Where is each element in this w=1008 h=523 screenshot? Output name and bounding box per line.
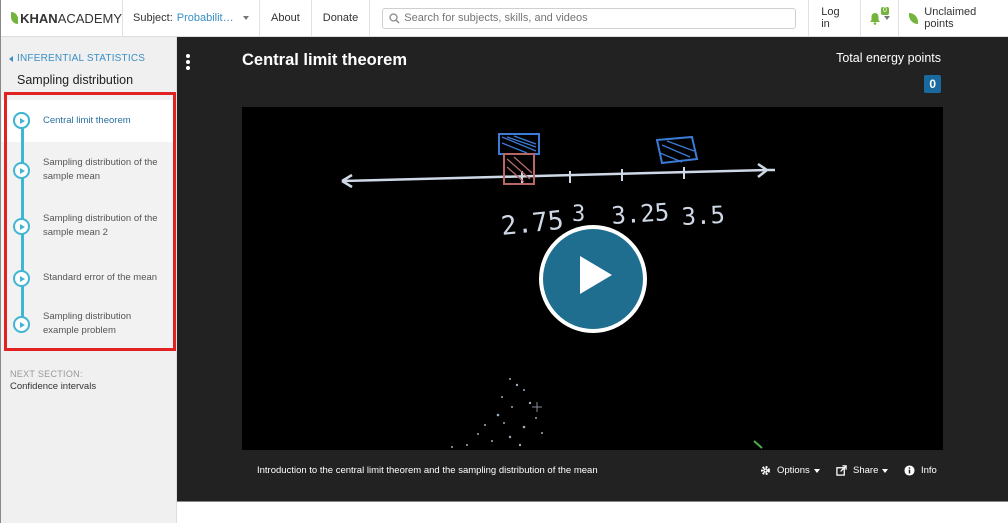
login-link[interactable]: Log in <box>809 0 861 37</box>
chevron-down-icon <box>882 468 889 473</box>
video-play-icon <box>13 112 30 129</box>
subject-value: Probability an... <box>176 12 237 24</box>
search-container <box>370 0 810 37</box>
share-button[interactable]: Share <box>836 465 889 476</box>
chevron-left-icon <box>9 55 13 62</box>
notifications-button[interactable]: 0 <box>861 0 899 37</box>
subject-label: Subject: <box>133 12 173 24</box>
options-button[interactable]: Options <box>760 465 820 476</box>
video-play-icon <box>13 162 30 179</box>
about-link[interactable]: About <box>260 0 312 37</box>
unclaimed-points-button[interactable]: Unclaimed points <box>899 0 1008 37</box>
chevron-down-icon <box>243 16 249 20</box>
donate-link[interactable]: Donate <box>312 0 371 37</box>
video-description: Introduction to the central limit theore… <box>257 465 598 476</box>
search-icon <box>389 12 400 23</box>
chevron-down-icon <box>813 468 820 473</box>
chevron-down-icon <box>883 16 890 20</box>
app-frame: KHANACADEMY Subject: Probability an... A… <box>0 0 1008 523</box>
more-menu-icon[interactable] <box>186 54 190 72</box>
highlight-box <box>4 92 176 351</box>
lesson-sidebar: INFERENTIAL STATISTICS Sampling distribu… <box>1 37 177 523</box>
leaf-icon <box>908 12 919 24</box>
back-to-topic-link[interactable]: INFERENTIAL STATISTICS <box>9 53 145 64</box>
top-navigation: KHANACADEMY Subject: Probability an... A… <box>1 0 1008 37</box>
svg-text:2.75: 2.75 <box>500 206 565 242</box>
svg-text:3.5: 3.5 <box>681 201 726 231</box>
video-play-icon <box>13 316 30 333</box>
video-player[interactable]: 2.75 3 3.25 3.5 <box>242 107 943 450</box>
svg-text:3.25: 3.25 <box>610 198 670 230</box>
subject-dropdown[interactable]: Subject: Probability an... <box>123 0 260 37</box>
section-title: Sampling distribution <box>17 73 134 87</box>
energy-points-value: 0 <box>924 75 941 93</box>
bell-icon <box>869 12 880 25</box>
video-play-icon <box>13 218 30 235</box>
search-input[interactable] <box>404 12 785 24</box>
search-box[interactable] <box>382 7 797 29</box>
info-icon <box>904 465 915 476</box>
share-label: Share <box>853 465 879 476</box>
video-info-bar: Introduction to the central limit theore… <box>242 450 943 492</box>
notification-badge: 0 <box>880 6 889 15</box>
page-bottom <box>177 501 1008 523</box>
info-label: Info <box>921 465 937 476</box>
back-label: INFERENTIAL STATISTICS <box>17 53 146 64</box>
video-play-icon <box>13 270 30 287</box>
logo-text: KHANACADEMY <box>20 10 122 26</box>
energy-points-label: Total energy points <box>836 51 941 65</box>
gear-icon <box>761 466 770 475</box>
svg-text:3: 3 <box>572 202 585 227</box>
info-button[interactable]: Info <box>904 465 937 476</box>
next-section-heading: NEXT SECTION: <box>10 369 83 379</box>
video-title: Central limit theorem <box>242 51 408 69</box>
next-section-link[interactable]: Confidence intervals <box>10 381 96 392</box>
khan-academy-logo[interactable]: KHANACADEMY <box>1 0 123 37</box>
play-icon <box>580 256 612 294</box>
options-label: Options <box>777 465 810 476</box>
share-icon <box>836 465 847 476</box>
video-panel: Central limit theorem Total energy point… <box>177 37 1008 501</box>
points-label: Unclaimed points <box>924 6 977 30</box>
play-button[interactable] <box>539 225 647 333</box>
leaf-icon <box>11 12 19 24</box>
